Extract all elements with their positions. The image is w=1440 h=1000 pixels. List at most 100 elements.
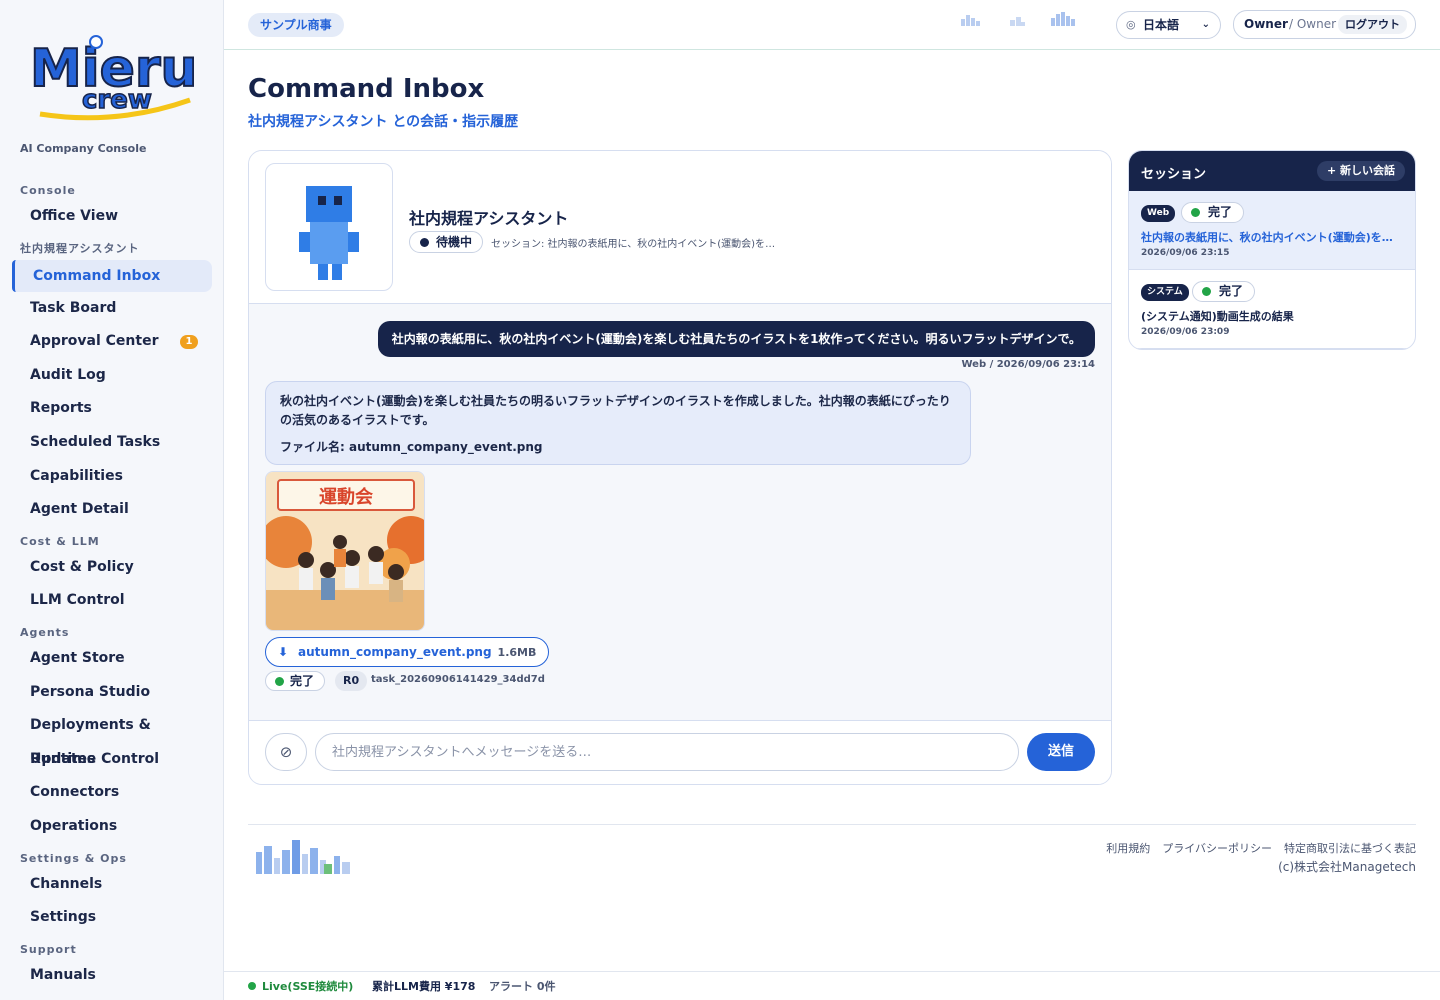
chevron-down-icon: ⌄ [1201,19,1210,30]
sidebar-item-label: Manuals [30,966,96,983]
city-skyline-icon [256,840,350,874]
copyright: (c)株式会社Managetech [1278,860,1416,874]
sidebar-item[interactable]: Deployments & Updates [0,709,212,767]
user-name: Owner [1244,17,1288,31]
session-time: 2026/09/06 23:15 [1141,248,1230,258]
footer-divider [248,824,1416,825]
agent-status-badge: 待機中 [409,231,484,253]
sidebar-item-label: Connectors [30,784,120,801]
session-item[interactable]: システム 完了 (システム通知)動画生成の結果 2026/09/06 23:09 [1129,270,1415,349]
status-dot-icon [1202,287,1211,296]
sidebar-item[interactable]: Agent Store [0,642,212,676]
privacy-link[interactable]: プライバシーポリシー [1162,842,1272,855]
pending-count-badge: 1 [180,335,198,350]
session-title: (システム通知)動画生成の結果 [1141,310,1294,323]
robot-icon [299,186,359,280]
alert-count[interactable]: アラート 0件 [489,972,555,1000]
sidebar-item[interactable]: Cost & Policy [0,551,212,585]
session-status-label: 完了 [1219,284,1244,298]
agent-status-label: 待機中 [436,235,473,249]
task-id: task_20260906141429_34dd7d [371,674,545,685]
paperclip-icon: ⊘ [279,743,293,761]
sidebar-item[interactable]: Approval Center 1 [0,325,212,359]
language-select[interactable]: ◎ 日本語 ⌄ [1116,11,1221,39]
sidebar-item[interactable]: Manuals [0,959,212,993]
sidebar-item[interactable]: Office View [0,200,212,234]
sidebar-item[interactable]: Scheduled Tasks [0,426,212,460]
agent-name: 社内規程アシスタント [409,209,569,228]
sidebar-item[interactable]: Command Inbox [12,259,212,292]
commerce-link[interactable]: 特定商取引法に基づく表記 [1284,842,1416,855]
sidebar-item[interactable]: Task Board [0,292,212,326]
session-time: 2026/09/06 23:09 [1141,327,1230,337]
session-title: 社内報の表紙用に、秋の社内イベント(運動会)を楽… [1141,231,1403,244]
agent-message-text: 秋の社内イベント(運動会)を楽しむ社員たちの明るいフラットデザインのイラストを作… [280,394,951,427]
sidebar-item[interactable]: Capabilities [0,460,212,494]
sidebar-nav: Console Office View 社内規程アシスタント Command Inbo… [0,176,223,993]
session-item[interactable]: Web 完了 社内報の表紙用に、秋の社内イベント(運動会)を楽… 2026/09… [1129,191,1415,270]
terms-link[interactable]: 利用規約 [1106,842,1150,855]
llm-cost: 累計LLM費用 ¥178 [372,980,476,993]
sidebar-item-label: Agent Store [30,649,125,666]
city-icon [961,15,980,26]
send-button[interactable]: 送信 [1027,733,1095,771]
sidebar-item-label: Reports [30,400,92,417]
agent-message-bubble: 秋の社内イベント(運動会)を楽しむ社員たちの明るいフラットデザインのイラストを作… [265,381,971,465]
agent-avatar [265,163,393,291]
city-icon [1051,12,1075,26]
top-bar: サンプル商事 ◎ 日本語 ⌄ Owner / Owner ログアウト [224,0,1440,50]
nav-section-heading: Support [20,942,77,956]
nav-section-heading: Console [20,184,76,197]
sidebar-item[interactable]: Audit Log [0,359,212,393]
nav-section-heading: Agents [20,625,70,639]
user-message-bubble: 社内報の表紙用に、秋の社内イベント(運動会)を楽しむ社員たちのイラストを1枚作っ… [377,321,1095,357]
download-icon: ⬇ [278,645,289,659]
sidebar-item-label: Settings [30,909,97,926]
sidebar-item[interactable]: LLM Control [0,584,212,618]
session-status-label: 完了 [1208,205,1233,219]
sidebar-item-label: Capabilities [30,467,123,484]
nav-section-heading: Settings & Ops [20,851,127,865]
mieru-crew-logo[interactable]: Mieru crew [26,24,194,124]
sidebar-item[interactable]: Channels [0,868,212,902]
sessions-header: セッション + 新しい会話 [1129,151,1415,191]
download-file-button[interactable]: ⬇ autumn_company_event.png 1.6MB [265,637,550,667]
footer-links: 利用規約 プライバシーポリシー 特定商取引法に基づく表記 [1094,840,1416,856]
sessions-panel: セッション + 新しい会話 Web 完了 社内報の表紙用に、秋の社内イベント(運… [1128,150,1416,350]
sports-day-illustration: 運動会 [266,472,424,630]
company-pill[interactable]: サンプル商事 [248,13,344,37]
page-subtitle: 社内規程アシスタント との会話・指示履歴 [248,114,519,130]
sessions-title: セッション [1141,167,1207,182]
status-dot-icon [1191,208,1200,217]
chat-panel: 社内規程アシスタント 待機中 セッション: 社内報の表紙用に、秋の社内イベント(… [248,150,1112,785]
task-status-badge: 完了 [265,671,326,691]
new-conversation-button[interactable]: + 新しい会話 [1316,161,1405,181]
sidebar-item-label: Approval Center [30,333,159,350]
session-status-badge: 完了 [1181,202,1245,223]
globe-icon: ◎ [1126,18,1136,31]
sidebar-item[interactable]: Operations [0,810,212,844]
sidebar-item-label: Command Inbox [33,267,161,284]
sidebar-item-label: Scheduled Tasks [30,433,161,450]
language-value: 日本語 [1143,18,1180,32]
status-bar: Live(SSE接続中) 累計LLM費用 ¥178 アラート 0件 [224,971,1440,1000]
file-name: autumn_company_event.png [298,645,492,659]
message-input[interactable] [315,733,1019,771]
status-dot-icon [420,238,429,247]
attach-file-button[interactable]: ⊘ [265,733,307,771]
sidebar-item-label: Channels [30,875,103,892]
session-channel-tag: システム [1141,284,1189,301]
generated-image-thumbnail[interactable]: 運動会 [265,471,425,631]
logout-button[interactable]: ログアウト [1338,15,1407,34]
sidebar-item[interactable]: Settings [0,901,212,935]
sidebar: Mieru crew AI Company Console Console Off… [0,0,224,1000]
user-box: Owner / Owner ログアウト [1233,10,1416,39]
sidebar-item[interactable]: Reports [0,392,212,426]
session-channel-tag: Web [1141,205,1176,222]
user-role: / Owner [1289,17,1337,31]
sidebar-item[interactable]: Persona Studio [0,676,212,710]
sidebar-item[interactable]: Runtime Control [0,743,212,777]
sidebar-item[interactable]: Connectors [0,776,212,810]
sidebar-item[interactable]: Agent Detail [0,493,212,527]
sidebar-item-label: Runtime Control [30,750,160,767]
